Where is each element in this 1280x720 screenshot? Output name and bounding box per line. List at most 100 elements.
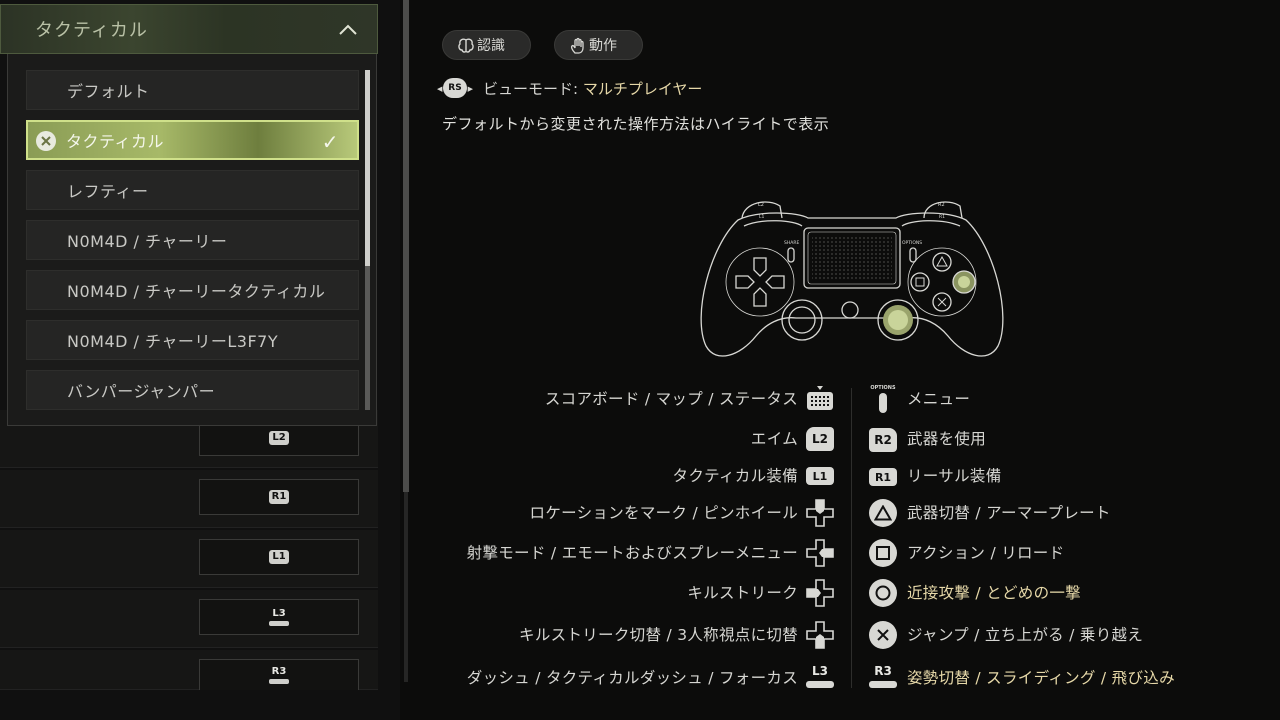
preset-option-nomad-charlie-lefty[interactable]: N0M4D / チャーリーL3F7Y <box>26 320 359 360</box>
stick-bar-icon <box>806 680 834 688</box>
binding-tactical-equipment: タクティカル装備 <box>672 467 798 485</box>
hand-icon <box>570 37 584 54</box>
r3-button-icon: R3 <box>868 660 898 692</box>
l3-key: L3 <box>269 608 289 626</box>
binding-weapon-switch: 武器切替 / アーマープレート <box>907 504 1111 522</box>
binding-row[interactable]: R3 <box>0 650 378 690</box>
l2-key-label: L2 <box>269 431 289 445</box>
binding-mark-location: ロケーションをマーク / ピンホイール <box>529 504 798 522</box>
options-label: OPTIONS <box>902 240 922 246</box>
binding-row[interactable]: L3 <box>0 590 378 648</box>
dpad-down-outline <box>753 287 767 307</box>
r2-button-icon: R2 <box>868 425 898 455</box>
dropdown-scrollbar-track[interactable] <box>365 266 370 410</box>
dpad-down-icon <box>806 621 834 649</box>
binding-action-reload: アクション / リロード <box>907 544 1065 562</box>
option-label: デフォルト <box>67 82 150 101</box>
binding-lethal-equipment: リーサル装備 <box>907 467 1002 485</box>
binding-scoreboard: スコアボード / マップ / ステータス <box>544 390 798 408</box>
view-mode-label: ビューモード: <box>483 79 579 98</box>
binding-killstreak-switch: キルストリーク切替 / 3人称視点に切替 <box>519 626 798 644</box>
tab-label: 認識 <box>477 38 505 54</box>
circle-icon <box>868 578 898 608</box>
r1-button-icon: R1 <box>868 462 898 492</box>
dpad-up-outline <box>753 257 767 277</box>
rs-label: RS <box>448 83 462 93</box>
binding-menu: メニュー <box>907 390 971 408</box>
tab-label: 動作 <box>589 38 617 54</box>
option-label: N0M4D / チャーリー <box>67 232 228 251</box>
binding-jump: ジャンプ / 立ち上がる / 乗り越え <box>907 626 1144 644</box>
touchpad-icon <box>806 385 834 413</box>
share-label: SHARE <box>784 240 799 246</box>
binding-fire-mode: 射撃モード / エモートおよびスプレーメニュー <box>466 544 798 562</box>
checkmark-icon: ✓ <box>321 130 339 154</box>
binding-stance: 姿勢切替 / スライディング / 飛び込み <box>907 669 1175 687</box>
l2-label: L2 <box>758 202 764 208</box>
binding-use-weapon: 武器を使用 <box>907 430 987 448</box>
chevron-up-icon <box>339 24 357 35</box>
panel-scrollbar-track[interactable] <box>404 492 408 682</box>
r1-icon-label: R1 <box>874 470 892 484</box>
circle-button-highlight-core <box>958 276 970 288</box>
r3-key: R3 <box>269 666 289 684</box>
r1-key-label: R1 <box>268 490 290 504</box>
l3-key-label: L3 <box>272 608 286 619</box>
preset-option-nomad-charlie[interactable]: N0M4D / チャーリー <box>26 220 359 260</box>
stick-bar-icon <box>269 679 289 684</box>
panel-scrollbar-thumb[interactable] <box>403 0 409 492</box>
binding-row[interactable]: L1 <box>0 530 378 588</box>
preset-option-tactical[interactable]: タクティカル ✓ <box>26 120 359 160</box>
dropdown-title: タクティカル <box>35 20 148 41</box>
view-mode-value: マルチプレイヤー <box>582 79 703 98</box>
binding-key[interactable]: L3 <box>199 599 359 635</box>
option-label: N0M4D / チャーリータクティカル <box>67 282 326 301</box>
l1-key-label: L1 <box>269 550 289 564</box>
dpad-right-outline <box>765 275 785 289</box>
r3-key-label: R3 <box>271 666 287 677</box>
r2-icon-label: R2 <box>874 433 892 447</box>
preset-option-nomad-charlie-tactical[interactable]: N0M4D / チャーリータクティカル <box>26 270 359 310</box>
r1-label: R1 <box>939 214 945 220</box>
binding-sprint: ダッシュ / タクティカルダッシュ / フォーカス <box>466 669 798 687</box>
tab-recognition[interactable]: 認識 <box>442 30 531 60</box>
binding-key[interactable]: R1 <box>199 479 359 515</box>
l2-icon-label: L2 <box>812 432 828 446</box>
options-button-icon: OPTIONS <box>868 384 898 414</box>
bindings-divider <box>851 388 852 688</box>
stick-bar-icon <box>869 680 897 688</box>
binding-key[interactable]: L1 <box>199 539 359 575</box>
preset-dropdown[interactable]: タクティカル <box>0 4 378 54</box>
cross-icon <box>36 131 56 151</box>
dpad-left-icon <box>806 579 834 607</box>
dpad-left-outline <box>735 275 755 289</box>
binding-killstreak: キルストリーク <box>687 584 798 602</box>
option-label: タクティカル <box>66 132 165 151</box>
l1-icon-label: L1 <box>812 469 828 483</box>
preset-option-default[interactable]: デフォルト <box>26 70 359 110</box>
dropdown-scrollbar-thumb[interactable] <box>365 70 370 266</box>
preset-option-bumper-jumper[interactable]: バンパージャンパー <box>26 370 359 410</box>
binding-aim: エイム <box>750 430 798 448</box>
tab-movement[interactable]: 動作 <box>554 30 643 60</box>
binding-melee: 近接攻撃 / とどめの一撃 <box>907 584 1081 602</box>
view-mode-toggle[interactable]: ◀ RS ▶ ビューモード: マルチプレイヤー <box>437 76 703 100</box>
l3-button-icon: L3 <box>806 660 834 692</box>
rs-button-icon: ◀ RS ▶ <box>437 78 473 98</box>
square-icon <box>868 538 898 568</box>
r2-label: R2 <box>938 202 945 208</box>
binding-key[interactable]: R3 <box>199 659 359 690</box>
option-label: バンパージャンパー <box>67 382 216 401</box>
triangle-icon <box>868 498 898 528</box>
binding-row[interactable]: R1 <box>0 470 378 528</box>
dpad-up-icon <box>806 499 834 527</box>
preset-option-lefty[interactable]: レフティー <box>26 170 359 210</box>
cross-icon <box>868 620 898 650</box>
brain-icon <box>458 38 474 53</box>
stick-bar-icon <box>269 621 289 626</box>
r3-icon-label: R3 <box>874 663 892 678</box>
l1-button-icon: L1 <box>806 462 834 490</box>
l1-label: L1 <box>759 214 765 220</box>
option-label: レフティー <box>67 182 149 201</box>
preset-dropdown-list: デフォルト タクティカル ✓ レフティー N0M4D / チャーリー N0M4D… <box>7 54 377 426</box>
